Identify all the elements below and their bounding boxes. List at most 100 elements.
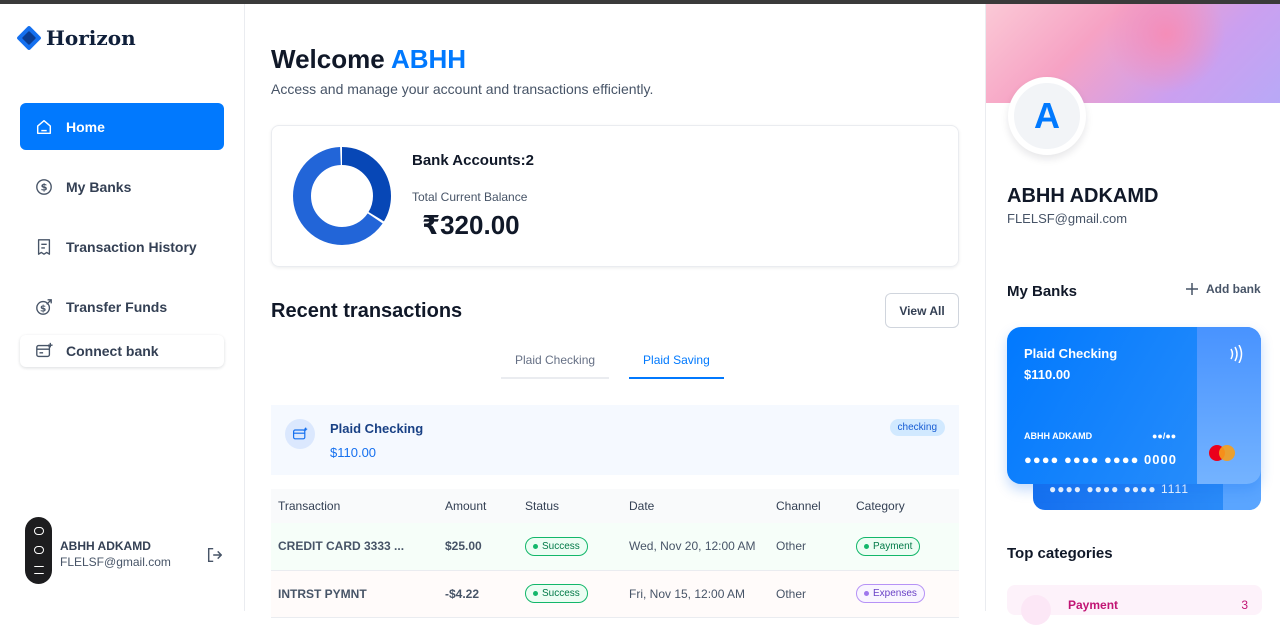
transaction-channel: Other	[769, 570, 849, 618]
category-count: 3	[1241, 598, 1248, 612]
status-cell: Success	[518, 570, 622, 618]
view-all-button[interactable]: View All	[885, 293, 959, 328]
chat-icon[interactable]	[33, 526, 44, 535]
bank-accounts-value: 2	[525, 152, 534, 169]
card-expiry: ●●/●●	[1152, 431, 1177, 441]
tab-plaid-checking[interactable]: Plaid Checking	[501, 349, 610, 379]
sidebar-nav: Home $ My Banks Transaction History $ Tr…	[20, 103, 224, 380]
column-header: Category	[849, 489, 959, 523]
top-categories-title: Top categories	[1007, 545, 1113, 562]
svg-text:$: $	[40, 304, 46, 314]
status-cell: Success	[518, 523, 622, 571]
transaction-name: CREDIT CARD 3333 ...	[271, 523, 438, 571]
my-banks-title: My Banks	[1007, 283, 1078, 300]
welcome-prefix: Welcome	[271, 44, 385, 74]
transaction-date: Fri, Nov 15, 12:00 AM	[622, 570, 769, 618]
receipt-icon	[34, 237, 54, 257]
sidebar: Horizon Home $ My Banks Transaction Hist…	[0, 4, 245, 611]
sidebar-item-transaction-history[interactable]: Transaction History	[20, 223, 224, 270]
bank-info-name: Plaid Checking	[330, 421, 424, 436]
profile-panel: A ABHH ADKAMD FLELSF@gmail.com My Banks …	[985, 4, 1280, 625]
home-icon	[34, 117, 54, 137]
user-name: ABHH ADKAMD	[60, 539, 151, 553]
column-header: Status	[518, 489, 622, 523]
mastercard-icon	[1209, 445, 1235, 461]
status-dot-icon	[533, 543, 538, 549]
sidebar-item-label: Transfer Funds	[66, 298, 168, 315]
bank-info-row[interactable]: Plaid Checking $110.00 checking	[271, 405, 959, 475]
bank-accounts-count: Bank Accounts:2	[412, 152, 534, 169]
table-row[interactable]: INTRST PYMNT -$4.22 Success Fri, Nov 15,…	[271, 570, 959, 618]
connect-bank-button[interactable]: Connect bank	[20, 335, 224, 367]
total-balance-value: ₹320.00	[422, 210, 520, 240]
column-header: Channel	[769, 489, 849, 523]
category-cell: Expenses	[849, 570, 959, 618]
sidebar-item-label: Transaction History	[66, 238, 197, 255]
category-text: Payment	[873, 540, 913, 552]
bank-accounts-label: Bank Accounts:	[412, 152, 526, 169]
card-number: ●●●● ●●●● ●●●● 0000	[1024, 452, 1177, 467]
page-title: Welcome ABHH	[271, 44, 466, 75]
card-holder-name: ABHH ADKAMD	[1024, 431, 1093, 441]
total-balance-card: Bank Accounts:2 Total Current Balance ₹3…	[271, 125, 959, 267]
sidebar-item-my-banks[interactable]: $ My Banks	[20, 163, 224, 210]
category-badge: Payment	[856, 536, 921, 556]
column-header: Date	[622, 489, 769, 523]
transaction-channel: Other	[769, 523, 849, 571]
status-text: Success	[542, 540, 580, 552]
profile-name: ABHH ADKAMD	[1007, 185, 1159, 207]
logout-icon[interactable]	[206, 546, 224, 564]
balance-donut-chart	[293, 147, 391, 245]
status-text: Success	[542, 588, 580, 599]
card-bank-name: Plaid Checking	[1024, 346, 1118, 361]
category-text: Expenses	[873, 588, 917, 599]
table-header-row: Transaction Amount Status Date Channel C…	[271, 489, 959, 523]
plus-icon	[1186, 283, 1198, 295]
eye-icon[interactable]	[33, 546, 44, 555]
floating-toolbar[interactable]	[25, 517, 52, 584]
dollar-circle-icon: $	[34, 177, 54, 197]
sidebar-item-label: My Banks	[66, 178, 132, 195]
category-badge: Expenses	[856, 584, 925, 603]
bank-info-amount: $110.00	[330, 445, 377, 460]
sidebar-item-transfer-funds[interactable]: $ Transfer Funds	[20, 283, 224, 330]
app-name: Horizon	[46, 26, 136, 50]
category-dot-icon	[864, 543, 869, 549]
column-header: Transaction	[271, 489, 438, 523]
category-icon	[1021, 595, 1051, 625]
bank-tabs: Plaid Checking Plaid Saving	[501, 349, 724, 379]
welcome-name: ABHH	[390, 44, 467, 74]
svg-text:$: $	[41, 182, 48, 193]
transaction-date: Wed, Nov 20, 12:00 AM	[622, 523, 769, 571]
add-bank-button[interactable]: Add bank	[1186, 282, 1261, 296]
card-number: ●●●● ●●●● ●●●● 1111	[1049, 482, 1190, 496]
bank-card[interactable]: Plaid Checking $110.00 ABHH ADKAMD ●●/●●…	[1007, 327, 1261, 484]
menu-icon[interactable]	[33, 566, 44, 575]
category-dot-icon	[864, 591, 869, 596]
transaction-name: INTRST PYMNT	[271, 570, 438, 618]
status-badge: Success	[525, 536, 588, 556]
tab-plaid-saving[interactable]: Plaid Saving	[629, 349, 724, 379]
profile-email: FLELSF@gmail.com	[1007, 211, 1128, 226]
main-content: Welcome ABHH Access and manage your acco…	[245, 4, 985, 618]
table-row[interactable]: CREDIT CARD 3333 ... $25.00 Success Wed,…	[271, 523, 959, 571]
avatar[interactable]: A	[1008, 77, 1086, 155]
card-add-icon	[34, 341, 54, 361]
page-subtitle: Access and manage your account and trans…	[271, 81, 654, 97]
status-badge: Success	[525, 584, 588, 603]
logo[interactable]: Horizon	[16, 25, 136, 51]
add-bank-label: Add bank	[1206, 282, 1261, 296]
sidebar-item-home[interactable]: Home	[20, 103, 224, 150]
bank-card-icon	[285, 419, 315, 449]
user-email: FLELSF@gmail.com	[60, 555, 171, 569]
horizon-logo-icon	[16, 25, 42, 51]
transactions-table: Transaction Amount Status Date Channel C…	[271, 489, 959, 618]
total-balance-label: Total Current Balance	[412, 190, 528, 204]
card-balance: $110.00	[1024, 367, 1071, 382]
account-type-badge: checking	[889, 419, 945, 436]
column-header: Amount	[438, 489, 518, 523]
money-send-icon: $	[34, 297, 54, 317]
category-cell: Payment	[849, 523, 959, 571]
recent-transactions-title: Recent transactions	[271, 300, 463, 322]
category-name: Payment	[1068, 598, 1119, 612]
